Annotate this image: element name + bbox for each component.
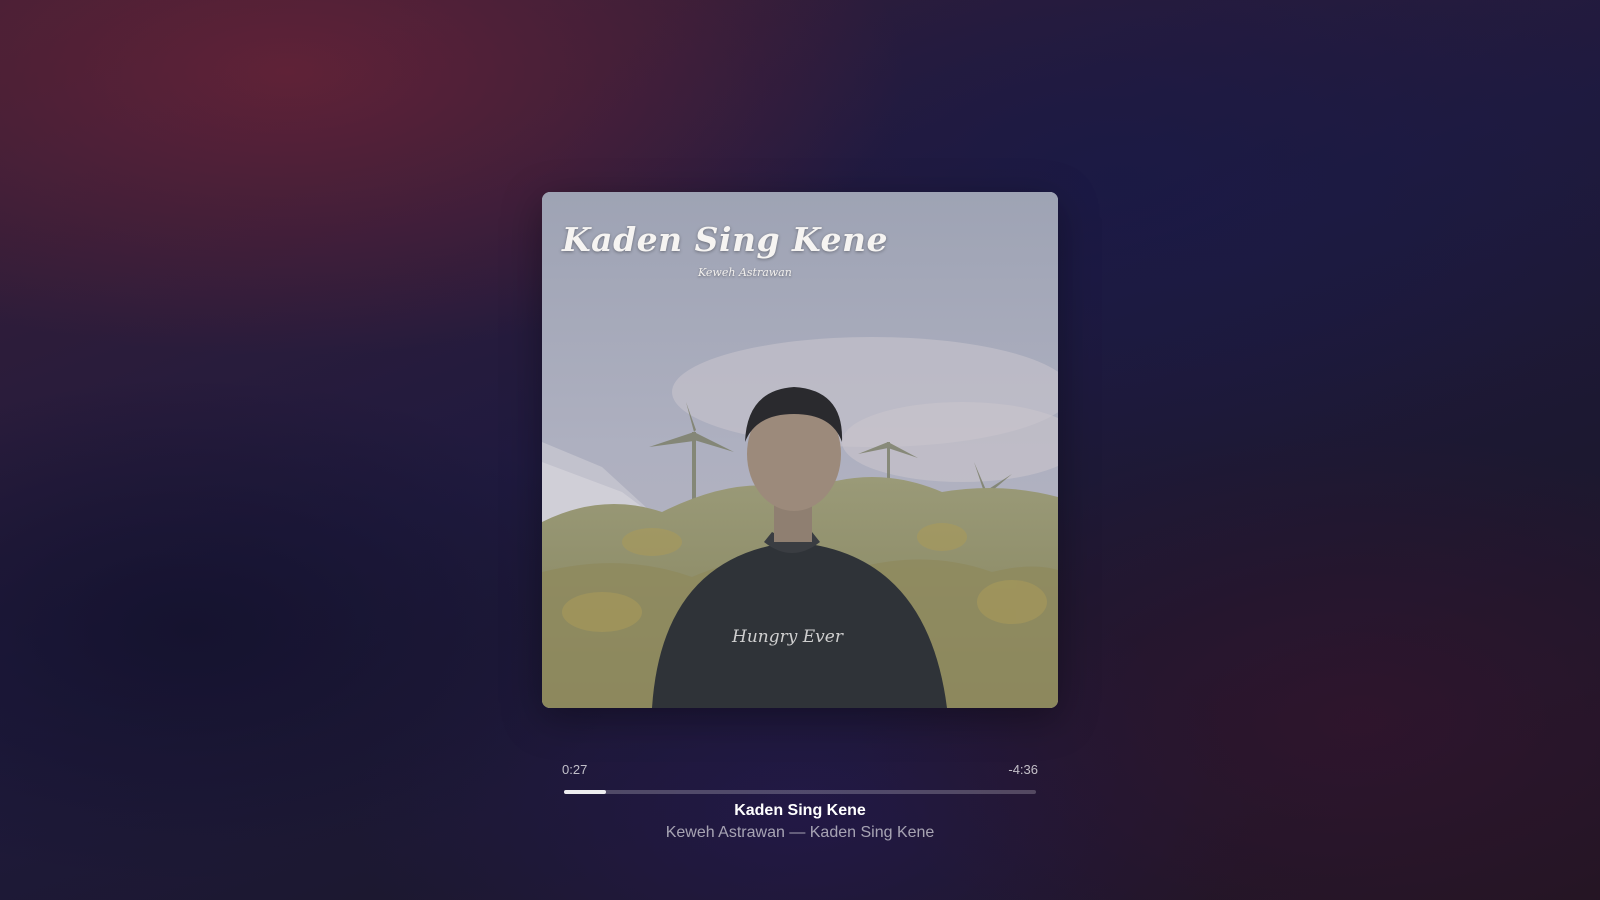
album-artwork: Kaden Sing Kene Keweh Astrawan Hungry Ev…	[542, 192, 1058, 708]
track-artist-album: Keweh Astrawan — Kaden Sing Kene	[665, 824, 935, 841]
remaining-time: -4:36	[1008, 762, 1038, 777]
track-title: Kaden Sing Kene	[734, 802, 866, 819]
artwork-shirt-text: Hungry Ever	[732, 627, 843, 647]
progress-bar-fill	[564, 790, 606, 794]
playback-times: 0:27 -4:36	[542, 762, 1058, 780]
elapsed-time: 0:27	[562, 762, 588, 777]
artwork-artist-text: Keweh Astrawan	[698, 266, 792, 279]
progress-bar[interactable]	[564, 790, 1036, 794]
now-playing-player: Kaden Sing Kene Keweh Astrawan Hungry Ev…	[542, 192, 1058, 842]
artwork-title-text: Kaden Sing Kene	[562, 220, 888, 259]
